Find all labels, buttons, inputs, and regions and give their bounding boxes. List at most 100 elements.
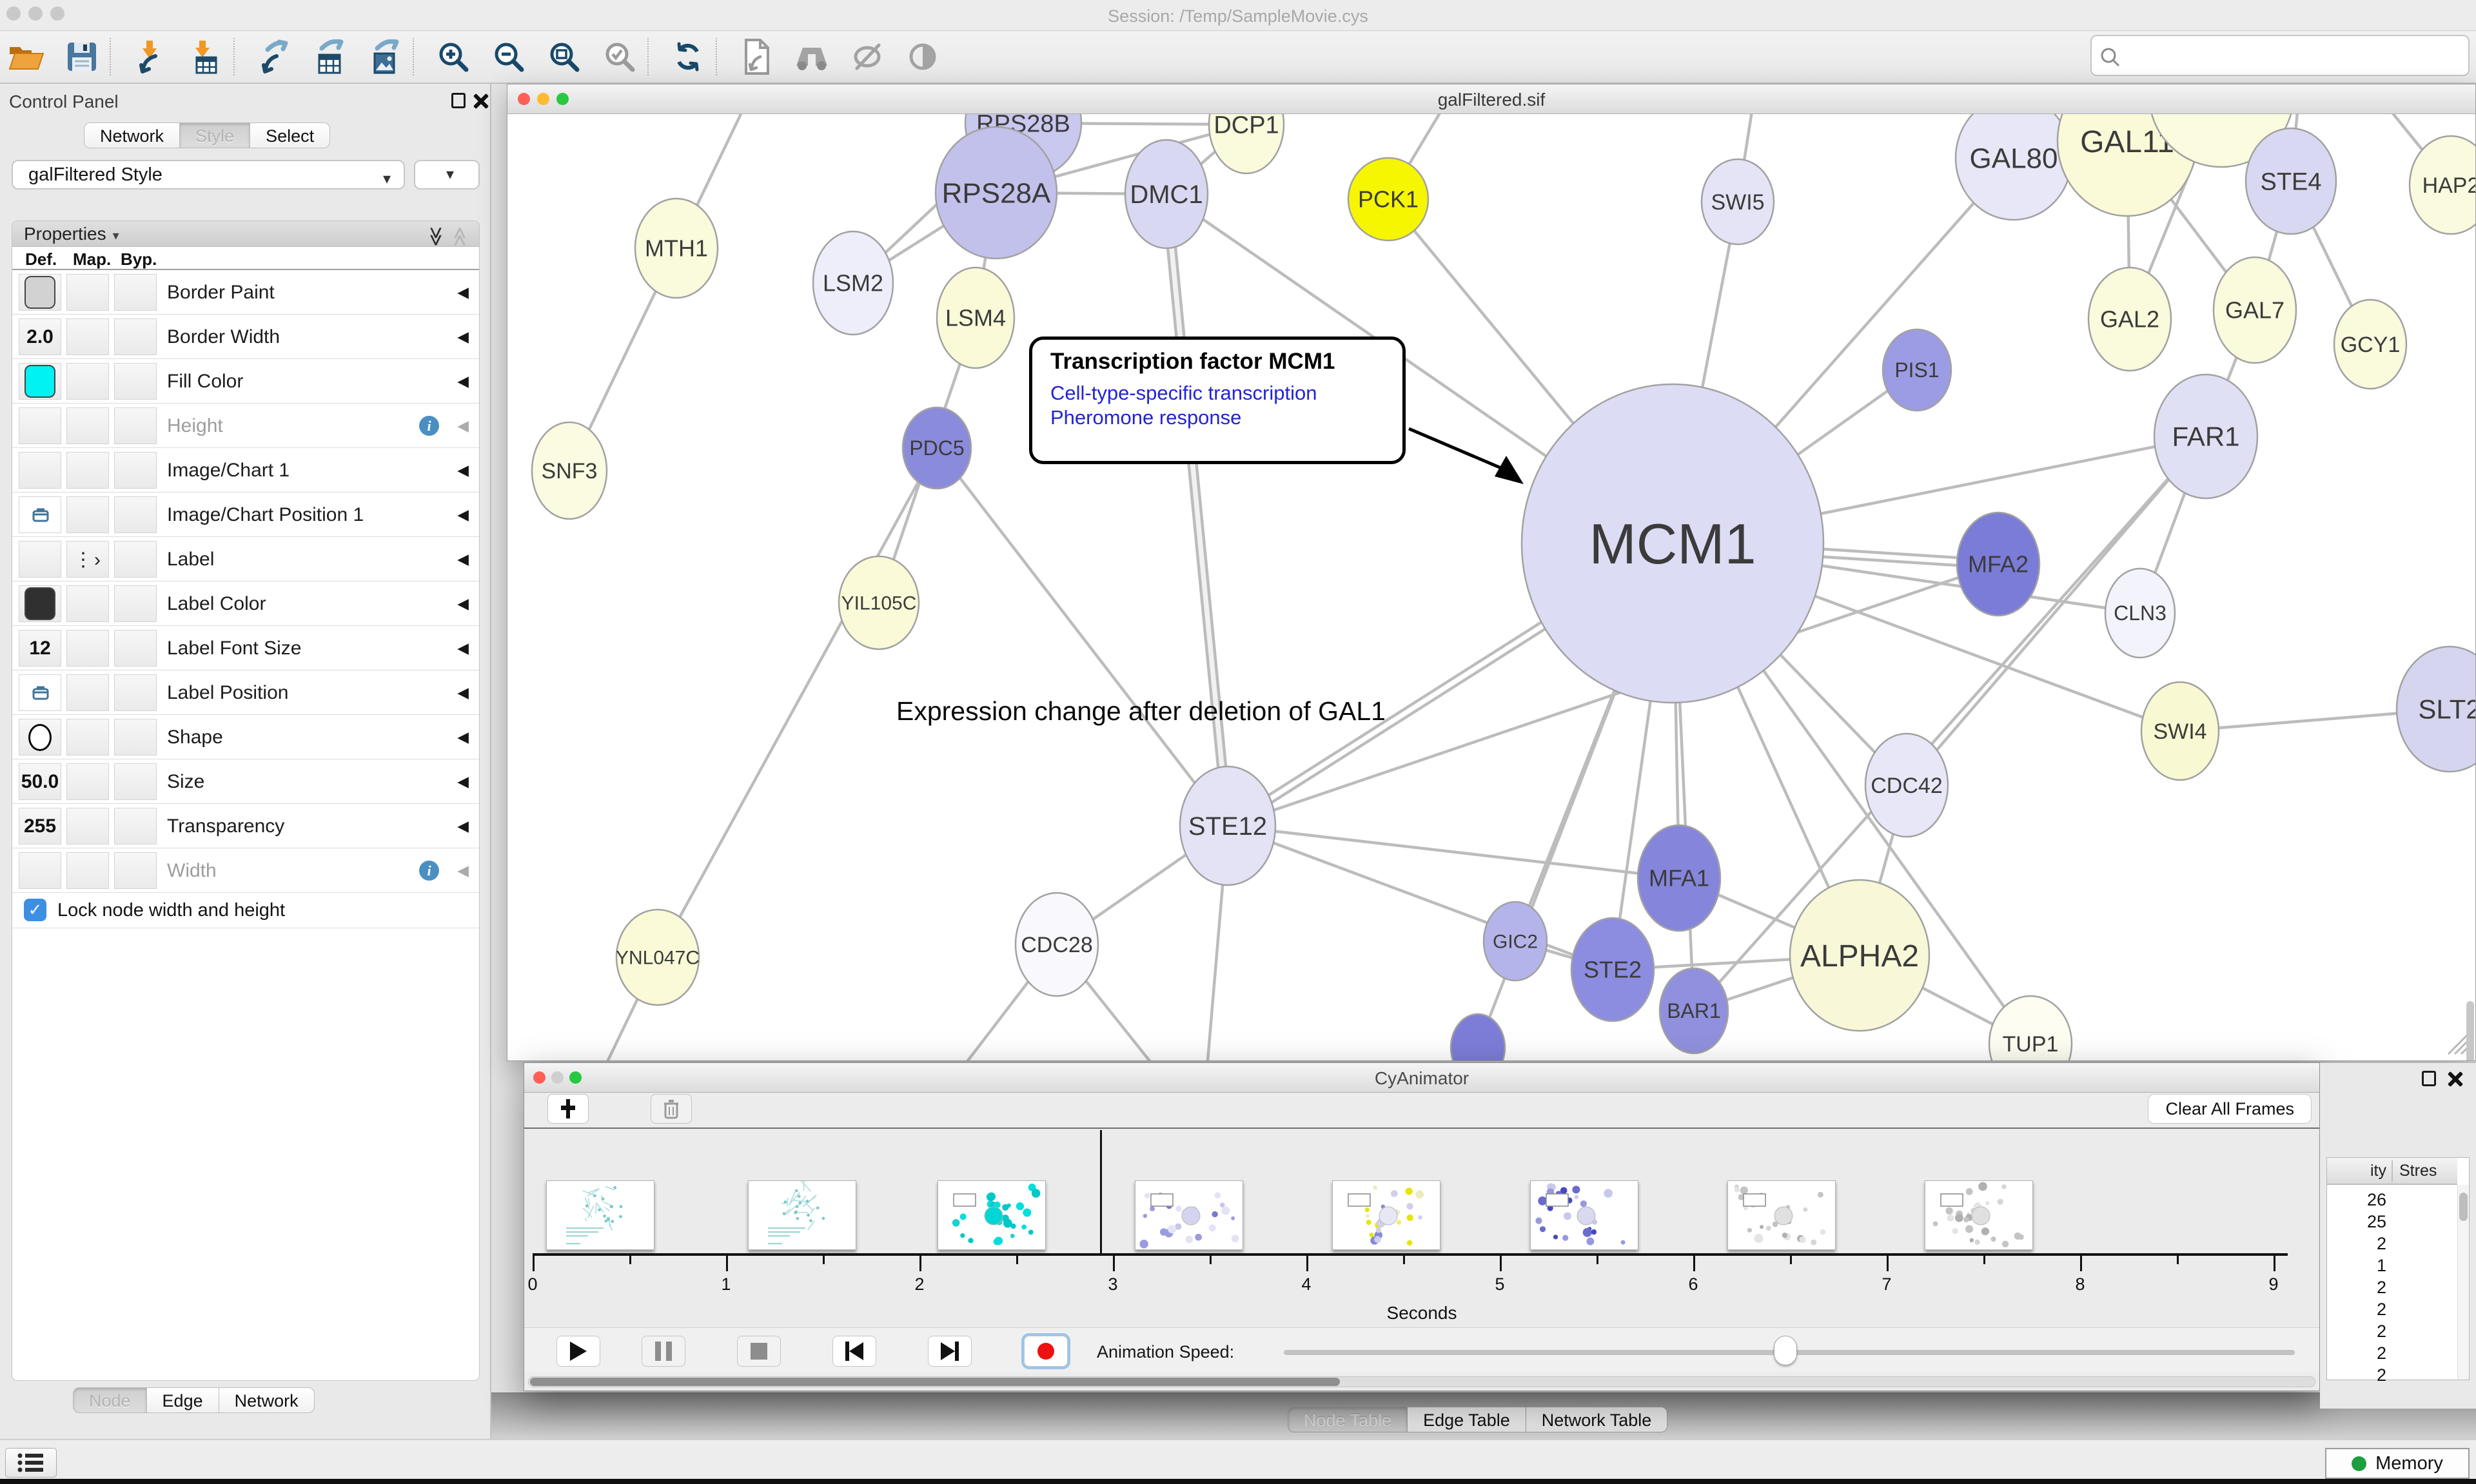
- find-button[interactable]: [792, 37, 832, 77]
- go-to-end-button[interactable]: [928, 1336, 972, 1367]
- show-all-button[interactable]: [903, 37, 943, 77]
- network-vertical-scrollbar[interactable]: [2466, 1001, 2474, 1060]
- frame-thumbnail-1[interactable]: [748, 1180, 856, 1250]
- zoom-selected-button[interactable]: [600, 37, 640, 77]
- mapping-cell[interactable]: ⋮›: [66, 541, 109, 578]
- bypass-cell[interactable]: [114, 452, 157, 489]
- table-cell[interactable]: 2: [2327, 1234, 2386, 1254]
- property-row-border-width[interactable]: 2.0Border Width◀: [12, 315, 479, 359]
- search-field[interactable]: [2090, 35, 2470, 76]
- property-row-fill-color[interactable]: Fill Color◀: [12, 359, 479, 404]
- mapping-cell[interactable]: [66, 274, 109, 311]
- property-row-image-chart-position-1[interactable]: Image/Chart Position 1◀: [12, 493, 479, 537]
- mapping-cell[interactable]: [66, 318, 109, 355]
- tab-style[interactable]: Style: [180, 122, 250, 148]
- default-cell[interactable]: [19, 452, 61, 489]
- search-input[interactable]: [2125, 40, 2461, 71]
- property-row-border-paint[interactable]: Border Paint◀: [12, 270, 479, 315]
- collapse-arrow-icon[interactable]: ◀: [457, 404, 469, 448]
- import-network-button[interactable]: [130, 37, 170, 77]
- timeline-horizontal-scrollbar[interactable]: [528, 1376, 2315, 1387]
- mapping-cell[interactable]: [66, 363, 109, 400]
- default-cell[interactable]: [19, 274, 61, 311]
- default-cell[interactable]: [19, 541, 61, 578]
- collapse-arrow-icon[interactable]: ◀: [457, 759, 469, 804]
- table-cell[interactable]: 2: [2327, 1343, 2386, 1363]
- expand-all-icon[interactable]: ≫: [422, 226, 448, 246]
- column-stress[interactable]: Stres: [2399, 1162, 2437, 1180]
- collapse-arrow-icon[interactable]: ◀: [457, 493, 469, 537]
- mapping-cell[interactable]: [66, 852, 109, 889]
- table-cell[interactable]: 2: [2327, 1322, 2386, 1342]
- show-panels-button[interactable]: [5, 1448, 57, 1478]
- info-icon[interactable]: i: [419, 416, 439, 436]
- property-row-width[interactable]: Widthi◀: [12, 848, 479, 893]
- bypass-cell[interactable]: [114, 674, 157, 711]
- collapse-arrow-icon[interactable]: ◀: [457, 448, 469, 493]
- tab-network[interactable]: Network: [84, 122, 180, 148]
- table-scrollbar[interactable]: [2457, 1185, 2469, 1380]
- annotation-box[interactable]: Transcription factor MCM1 Cell-type-spec…: [1029, 337, 1406, 464]
- tab-edge[interactable]: Edge: [147, 1387, 219, 1413]
- cyanimator-titlebar[interactable]: CyAnimator: [524, 1063, 2319, 1093]
- default-cell[interactable]: [19, 852, 61, 889]
- bypass-cell[interactable]: [114, 585, 157, 622]
- bypass-cell[interactable]: [114, 808, 157, 845]
- tab-edge-table[interactable]: Edge Table: [1408, 1407, 1526, 1432]
- node-CUTB[interactable]: [1451, 1014, 1505, 1060]
- bypass-cell[interactable]: [114, 363, 157, 400]
- style-selector[interactable]: galFiltered Style ▾: [12, 160, 405, 190]
- animation-speed-knob[interactable]: [1774, 1336, 1797, 1365]
- default-cell[interactable]: 50.0: [19, 763, 61, 800]
- property-row-label-position[interactable]: Label Position◀: [12, 670, 479, 715]
- default-cell[interactable]: [19, 407, 61, 444]
- frame-thumbnail-4[interactable]: [1332, 1180, 1440, 1250]
- column-centrality[interactable]: ity: [2327, 1162, 2386, 1180]
- default-cell[interactable]: [19, 363, 61, 400]
- export-image-button[interactable]: [365, 37, 405, 77]
- mapping-cell[interactable]: [66, 496, 109, 533]
- collapse-arrow-icon[interactable]: ◀: [457, 804, 469, 848]
- mapping-cell[interactable]: [66, 452, 109, 489]
- edge[interactable]: [1163, 195, 1224, 826]
- property-row-label-color[interactable]: Label Color◀: [12, 581, 479, 626]
- mapping-cell[interactable]: [66, 808, 109, 845]
- bypass-cell[interactable]: [114, 496, 157, 533]
- property-row-transparency[interactable]: 255Transparency◀: [12, 804, 479, 848]
- collapse-arrow-icon[interactable]: ◀: [457, 626, 469, 670]
- mapping-cell[interactable]: [66, 585, 109, 622]
- table-cell[interactable]: 2: [2327, 1278, 2386, 1298]
- zoom-fit-button[interactable]: [544, 37, 584, 77]
- mapping-cell[interactable]: [66, 407, 109, 444]
- bypass-cell[interactable]: [114, 541, 157, 578]
- collapse-all-icon[interactable]: ≫: [447, 226, 473, 246]
- export-network-button[interactable]: [254, 37, 294, 77]
- hide-selected-button[interactable]: [847, 37, 887, 77]
- float-panel-icon[interactable]: [2422, 1071, 2436, 1086]
- new-network-from-selection-button[interactable]: [736, 37, 776, 77]
- refresh-button[interactable]: [668, 37, 708, 77]
- collapse-arrow-icon[interactable]: ◀: [457, 537, 469, 581]
- zoom-out-button[interactable]: [489, 37, 529, 77]
- network-window-titlebar[interactable]: galFiltered.sif: [507, 84, 2475, 114]
- frame-thumbnail-2[interactable]: [938, 1180, 1046, 1250]
- play-button[interactable]: [556, 1336, 600, 1367]
- property-row-size[interactable]: 50.0Size◀: [12, 759, 479, 804]
- collapse-arrow-icon[interactable]: ◀: [457, 359, 469, 404]
- mapping-cell[interactable]: [66, 630, 109, 667]
- property-row-shape[interactable]: Shape◀: [12, 715, 479, 759]
- property-row-label-font-size[interactable]: 12Label Font Size◀: [12, 626, 479, 670]
- collapse-arrow-icon[interactable]: ◀: [457, 581, 469, 626]
- mapping-cell[interactable]: [66, 719, 109, 756]
- frame-thumbnail-3[interactable]: [1135, 1180, 1243, 1250]
- frame-thumbnail-5[interactable]: [1530, 1180, 1638, 1250]
- record-button[interactable]: [1024, 1336, 1068, 1367]
- default-cell[interactable]: [19, 719, 61, 756]
- frame-thumbnail-7[interactable]: [1925, 1180, 2033, 1250]
- go-to-start-button[interactable]: [832, 1336, 876, 1367]
- property-row-label[interactable]: ⋮›Label◀: [12, 537, 479, 581]
- default-cell[interactable]: [19, 674, 61, 711]
- info-icon[interactable]: i: [419, 861, 439, 881]
- bypass-cell[interactable]: [114, 719, 157, 756]
- scrollbar-thumb[interactable]: [530, 1378, 1340, 1386]
